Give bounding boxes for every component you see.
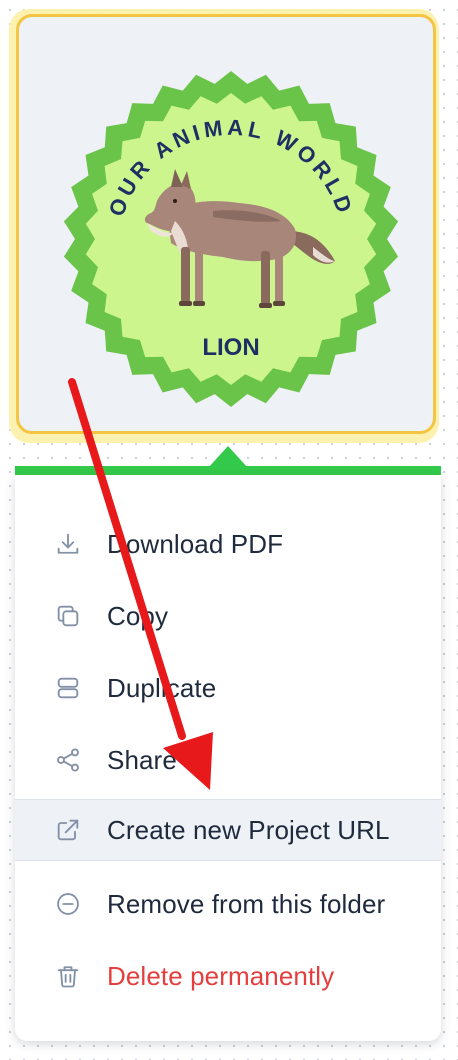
menu-item-label: Create new Project URL: [107, 814, 390, 845]
menu-item-duplicate[interactable]: Duplicate: [15, 657, 441, 719]
minus-circle-icon: [53, 889, 83, 919]
badge-graphic: OUR ANIMAL WORLD LION: [63, 71, 399, 407]
duplicate-icon: [53, 673, 83, 703]
badge-label: LION: [202, 334, 259, 361]
menu-item-create-project-url[interactable]: Create new Project URL: [15, 799, 441, 861]
project-card[interactable]: OUR ANIMAL WORLD LION: [16, 14, 436, 434]
trash-icon: [53, 961, 83, 991]
menu-pointer: [208, 446, 248, 468]
menu-item-label: Remove from this folder: [107, 888, 386, 919]
menu-item-label: Download PDF: [107, 528, 284, 559]
menu-item-copy[interactable]: Copy: [15, 585, 441, 647]
external-link-icon: [53, 815, 83, 845]
menu-item-remove-from-folder[interactable]: Remove from this folder: [15, 873, 441, 935]
copy-icon: [53, 601, 83, 631]
menu-item-label: Copy: [107, 600, 169, 631]
menu-item-share[interactable]: Share: [15, 729, 441, 791]
menu-item-delete-permanently[interactable]: Delete permanently: [15, 945, 441, 1007]
menu-item-label: Duplicate: [107, 672, 217, 703]
menu-accent-bar: [15, 466, 441, 475]
menu-item-label: Share: [107, 744, 177, 775]
menu-item-label: Delete permanently: [107, 960, 335, 991]
share-icon: [53, 745, 83, 775]
project-thumbnail: OUR ANIMAL WORLD LION: [63, 71, 399, 407]
context-menu: Download PDF Copy Duplicate Share Create…: [15, 475, 441, 1041]
download-icon: [53, 529, 83, 559]
menu-item-download-pdf[interactable]: Download PDF: [15, 513, 441, 575]
